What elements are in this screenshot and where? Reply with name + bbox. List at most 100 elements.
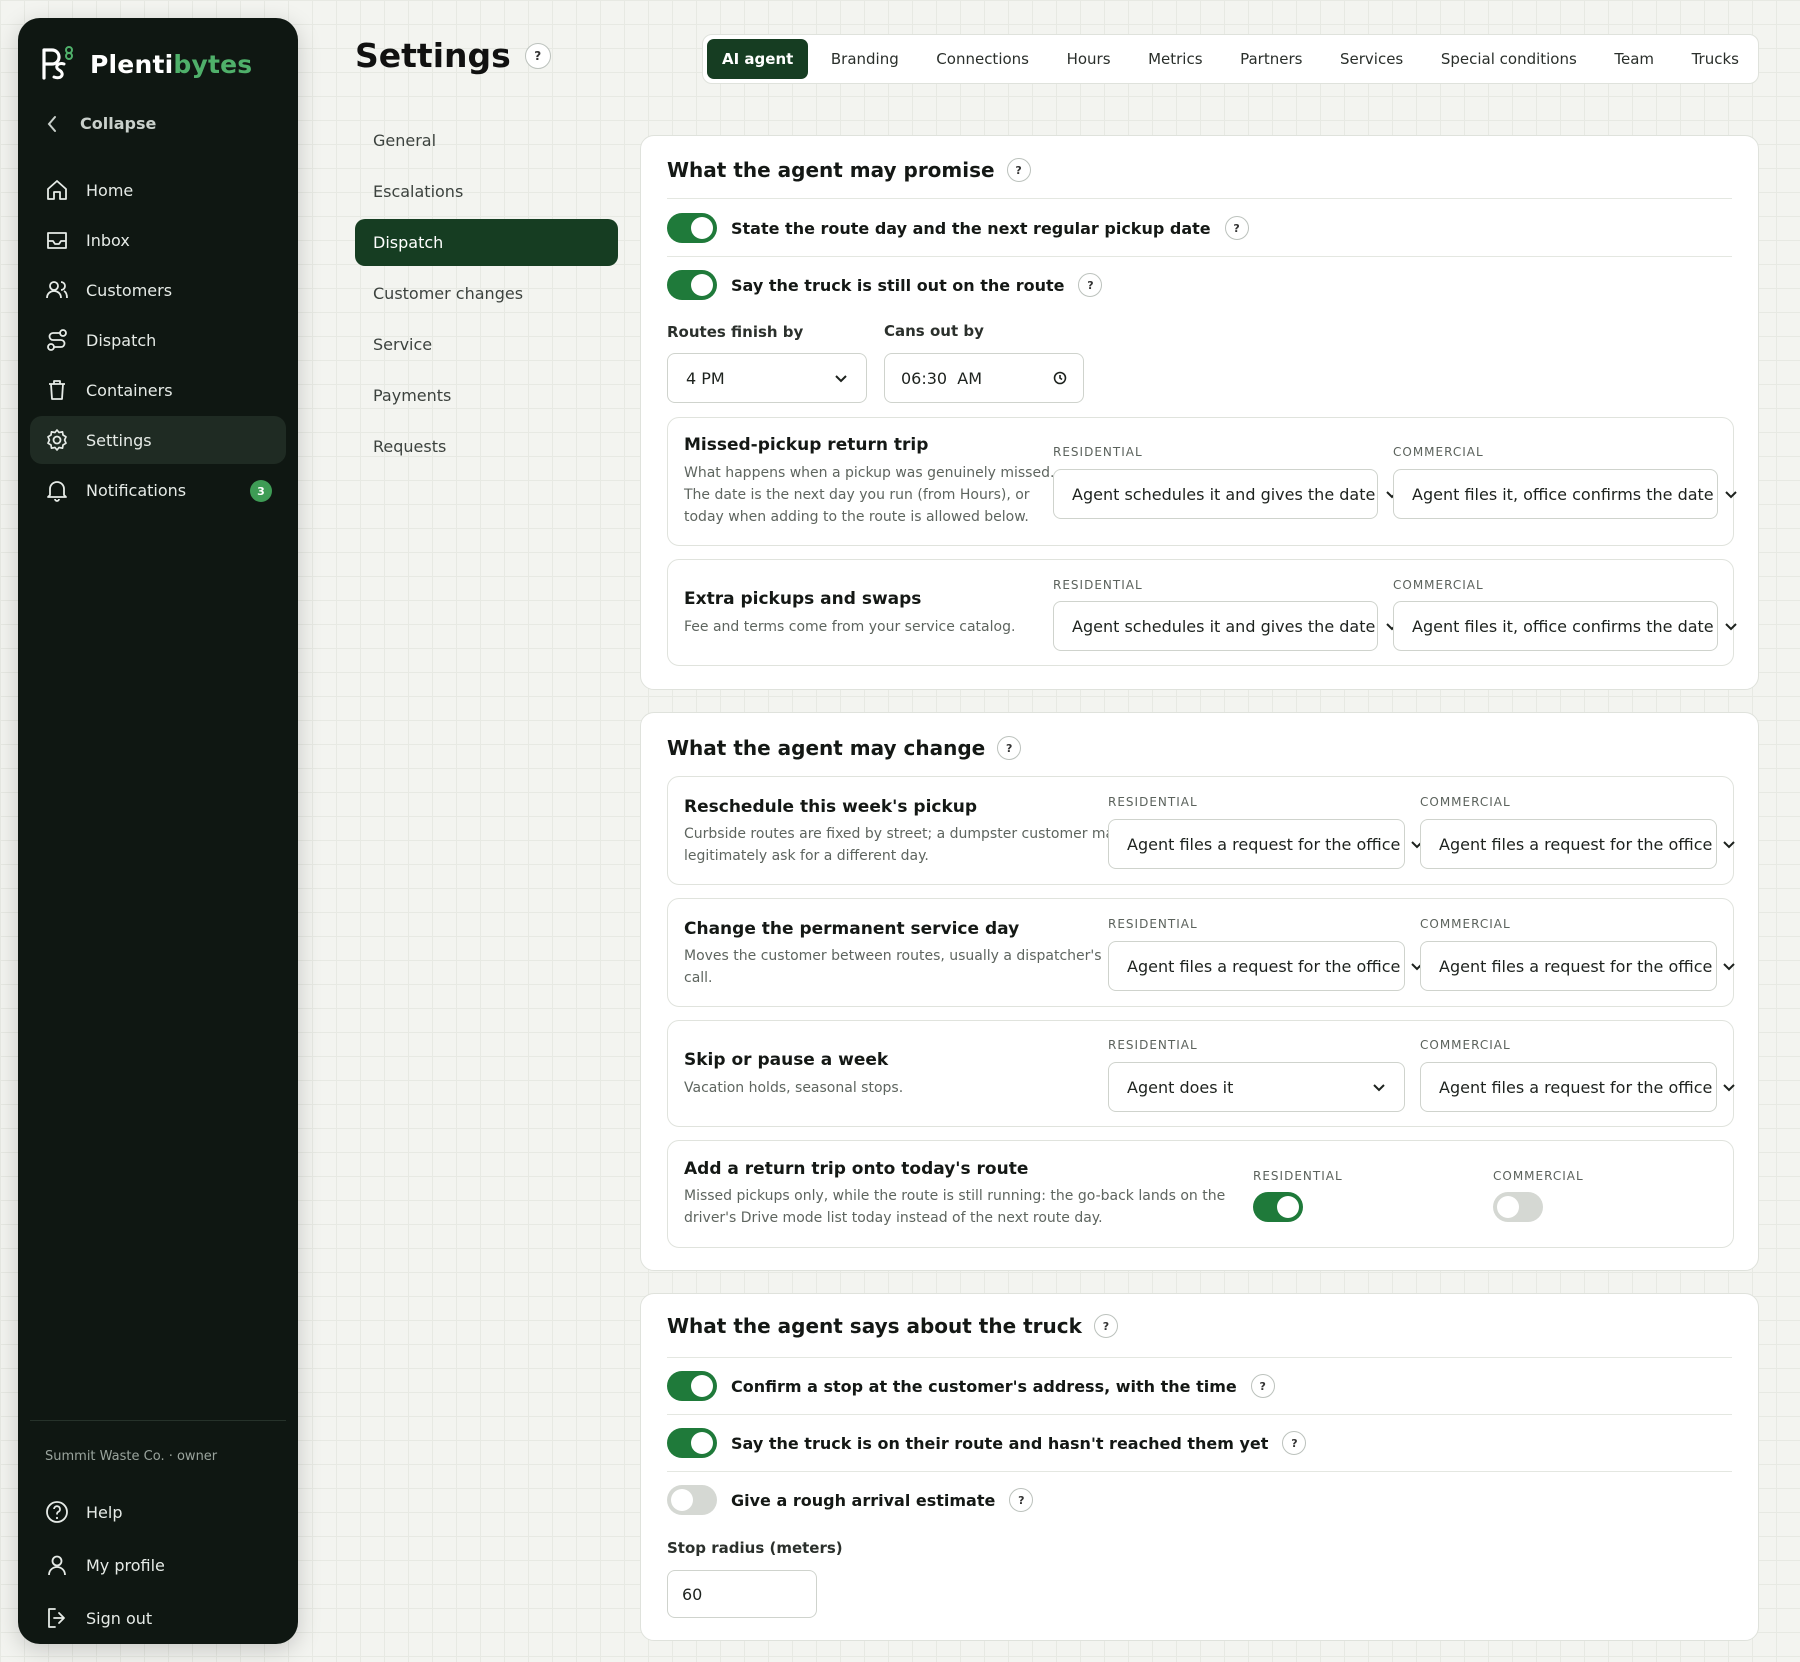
card-title: What the agent says about the truck [667,1314,1082,1338]
residential-select[interactable]: Agent files a request for the office [1108,819,1424,869]
brand[interactable]: Plentibytes [40,44,252,84]
clock-icon[interactable] [1053,371,1067,385]
tab-metrics[interactable]: Metrics [1133,39,1217,79]
residential-select[interactable]: Agent does it [1108,1062,1405,1112]
tab-team[interactable]: Team [1599,39,1669,79]
users-icon [46,281,68,299]
sidebar-item-label: Inbox [86,230,130,250]
main-nav: Home Inbox Customers Dispatch Containers… [30,166,286,516]
bell-icon [47,481,67,502]
sidebar-item-containers[interactable]: Containers [30,366,286,414]
collapse-button[interactable]: Collapse [46,114,156,133]
time-value: 06:30 AM [901,368,983,388]
tab-services[interactable]: Services [1325,39,1418,79]
help-icon[interactable]: ? [997,736,1022,760]
toggle-switch[interactable] [667,1371,717,1401]
commercial-select[interactable]: Agent files a request for the office [1420,819,1736,869]
select-value: Agent files a request for the office [1439,1077,1713,1097]
routes-finish-select[interactable]: 4 PM [667,353,867,403]
sidebar-item-signout[interactable]: Sign out [30,1592,286,1644]
sidebar-item-label: Dispatch [86,330,157,350]
toggle-switch[interactable] [667,213,717,243]
sidebar-item-label: Containers [86,380,173,400]
sidebar-item-label: Home [86,180,134,200]
row-title: Missed-pickup return trip [684,435,929,455]
tab-ai-agent[interactable]: AI agent [707,39,809,79]
select-value: Agent files it, office confirms the date [1412,616,1714,636]
help-icon[interactable]: ? [1282,1431,1307,1455]
row-description: Curbside routes are fixed by street; a d… [684,826,1123,864]
sidebar-item-label: Notifications [86,480,187,500]
stop-radius-input[interactable]: 60 [667,1570,817,1618]
divider [667,1357,1732,1358]
section-item-service[interactable]: Service [355,321,618,368]
commercial-return-toggle[interactable] [1493,1192,1543,1222]
help-icon[interactable]: ? [524,42,551,69]
help-icon[interactable]: ? [1009,1488,1034,1512]
divider [667,1471,1732,1472]
help-icon[interactable]: ? [1093,1314,1118,1338]
select-value: Agent schedules it and gives the date [1072,484,1376,504]
sidebar-item-settings[interactable]: Settings [30,416,286,464]
reschedule-row: Reschedule this week's pickup Curbside r… [667,776,1736,885]
commercial-select[interactable]: Agent files a request for the office [1420,941,1736,991]
missed-pickup-row: Missed-pickup return trip What happens w… [667,417,1737,546]
promise-card-header: What the agent may promise ? [667,158,1031,182]
row-description: Missed pickups only, while the route is … [684,1188,1226,1226]
section-item-requests[interactable]: Requests [355,423,618,470]
commercial-select[interactable]: Agent files a request for the office [1420,1062,1736,1112]
sidebar-item-profile[interactable]: My profile [30,1539,286,1591]
sidebar-item-dispatch[interactable]: Dispatch [30,316,286,364]
cans-out-time-input[interactable]: 06:30 AM [884,353,1084,403]
commercial-select[interactable]: Agent files it, office confirms the date [1393,601,1737,651]
residential-select[interactable]: Agent schedules it and gives the date [1053,469,1399,519]
sidebar-item-help[interactable]: Help [30,1486,286,1538]
sidebar-item-home[interactable]: Home [30,166,286,214]
help-icon[interactable]: ? [1224,216,1249,240]
toggle-label: Say the truck is on their route and hasn… [731,1433,1269,1453]
extra-pickups-row: Extra pickups and swaps Fee and terms co… [667,559,1737,666]
section-item-payments[interactable]: Payments [355,372,618,419]
tab-trucks[interactable]: Trucks [1677,39,1754,79]
divider [667,256,1732,257]
promise-card: What the agent may promise ? State the r… [640,135,1759,690]
select-value: Agent files a request for the office [1127,834,1401,854]
toggle-row: State the route day and the next regular… [667,213,1249,243]
toggle-label: Say the truck is still out on the route [731,275,1065,295]
commercial-label: COMMERCIAL [1493,1169,1584,1183]
row-title: Extra pickups and swaps [684,589,922,609]
sidebar-item-label: Settings [86,430,152,450]
help-icon[interactable]: ? [1078,273,1103,297]
residential-select[interactable]: Agent files a request for the office [1108,941,1424,991]
chevron-left-icon [47,115,56,132]
row-title: Change the permanent service day [684,919,1020,939]
sidebar-item-inbox[interactable]: Inbox [30,216,286,264]
tab-special-conditions[interactable]: Special conditions [1426,39,1592,79]
sidebar-item-customers[interactable]: Customers [30,266,286,314]
sidebar-item-label: My profile [86,1555,165,1575]
tab-branding[interactable]: Branding [816,39,914,79]
sidebar-item-notifications[interactable]: Notifications 3 [30,466,286,514]
help-icon[interactable]: ? [1006,158,1031,182]
tab-connections[interactable]: Connections [921,39,1044,79]
help-icon[interactable]: ? [1250,1374,1275,1398]
toggle-switch[interactable] [667,1428,717,1458]
commercial-select[interactable]: Agent files it, office confirms the date [1393,469,1737,519]
section-item-escalations[interactable]: Escalations [355,168,618,215]
section-item-general[interactable]: General [355,117,618,164]
change-card-header: What the agent may change ? [667,736,1022,760]
tab-partners[interactable]: Partners [1225,39,1317,79]
residential-select[interactable]: Agent schedules it and gives the date [1053,601,1399,651]
toggle-switch[interactable] [667,270,717,300]
user-icon [48,1555,66,1576]
gear-icon [47,429,67,451]
residential-return-toggle[interactable] [1253,1192,1303,1222]
section-item-dispatch[interactable]: Dispatch [355,219,618,266]
section-item-customer-changes[interactable]: Customer changes [355,270,618,317]
toggle-switch[interactable] [667,1485,717,1515]
row-title: Reschedule this week's pickup [684,797,978,817]
change-card: What the agent may change ? Reschedule t… [640,712,1759,1271]
toggle-row: Say the truck is on their route and hasn… [667,1428,1307,1458]
tab-hours[interactable]: Hours [1052,39,1126,79]
chevron-down-icon [1724,491,1737,499]
